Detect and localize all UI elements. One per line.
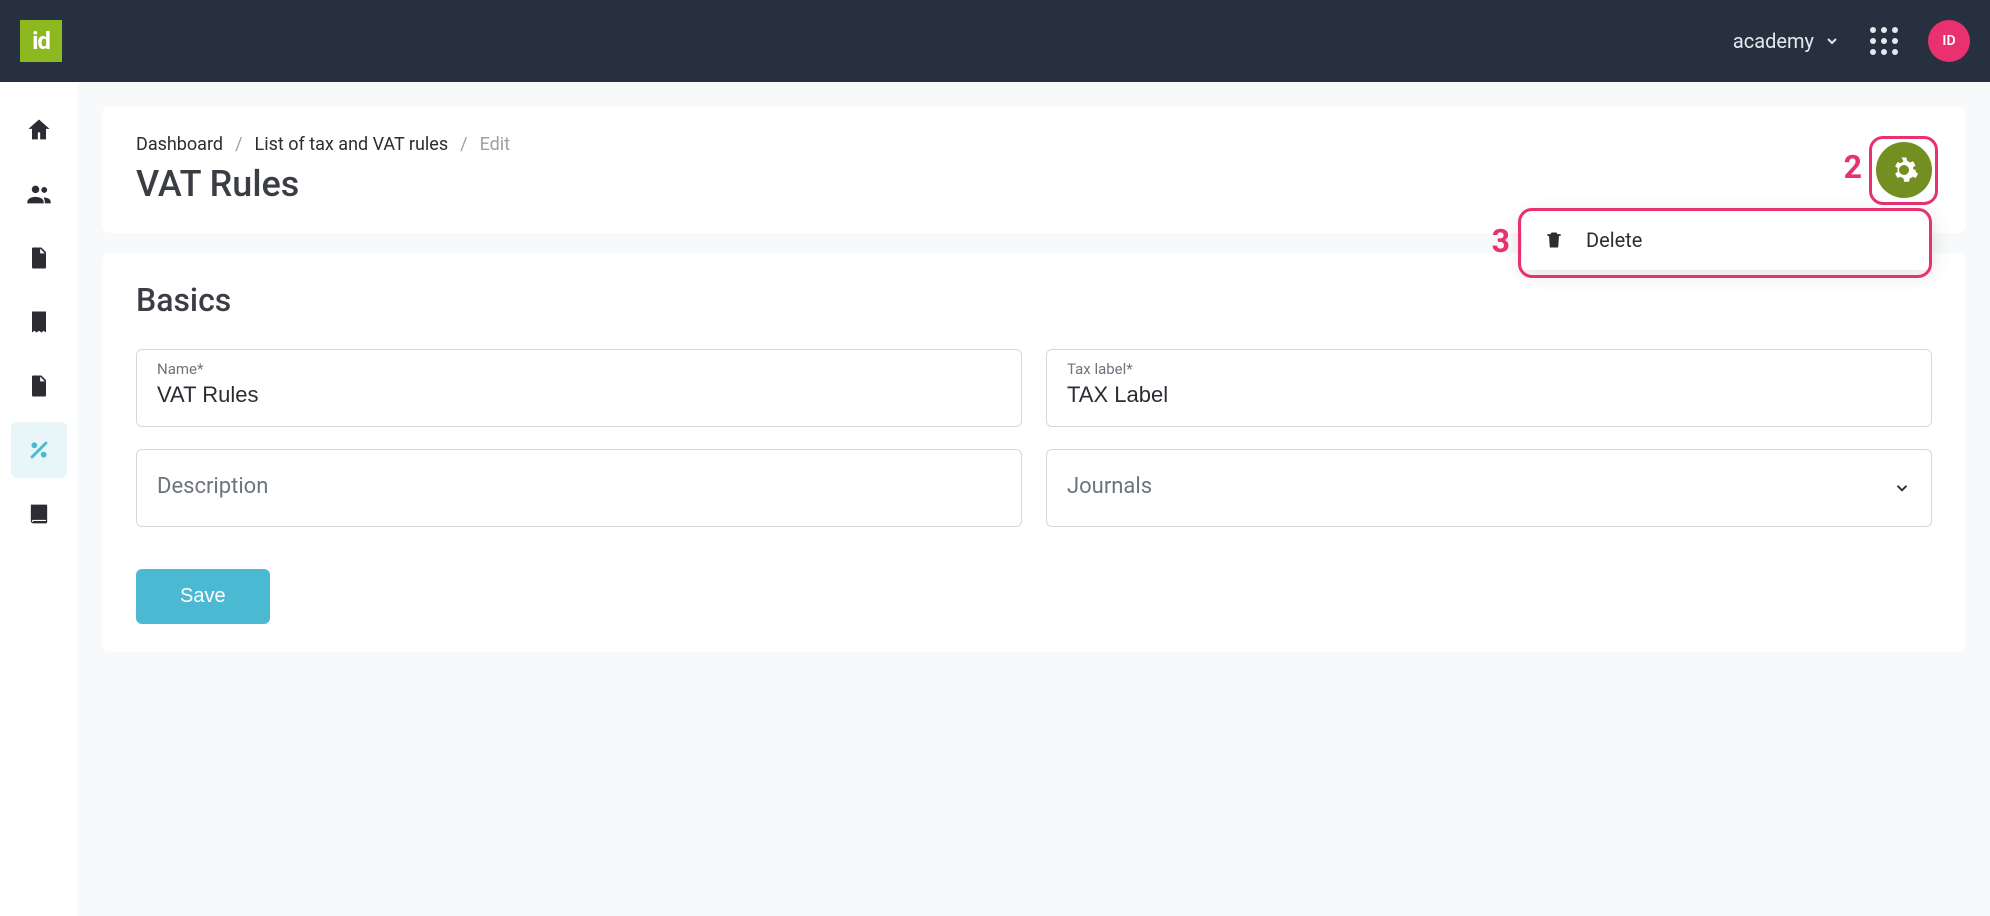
- topbar-right: academy ID: [1733, 20, 1970, 62]
- basics-title: Basics: [136, 281, 1932, 319]
- settings-dropdown: Delete: [1522, 210, 1932, 270]
- page-title: VAT Rules: [136, 163, 1932, 205]
- invoice-icon: [25, 372, 53, 400]
- trash-icon: [1544, 230, 1564, 250]
- workspace-selector[interactable]: academy: [1733, 29, 1840, 53]
- delete-menu-item[interactable]: Delete: [1522, 210, 1932, 270]
- name-input[interactable]: [157, 382, 1001, 408]
- tax-label-label: Tax label*: [1067, 360, 1911, 378]
- description-placeholder: Description: [157, 474, 1001, 499]
- breadcrumb: Dashboard / List of tax and VAT rules / …: [136, 134, 1932, 155]
- form-row-1: Name* Tax label*: [136, 349, 1932, 427]
- user-avatar[interactable]: ID: [1928, 20, 1970, 62]
- main-layout: Dashboard / List of tax and VAT rules / …: [0, 82, 1990, 916]
- description-field-container[interactable]: Description: [136, 449, 1022, 527]
- sidebar-item-book[interactable]: [11, 486, 67, 542]
- annotation-number-3: 3: [1492, 222, 1510, 260]
- breadcrumb-list[interactable]: List of tax and VAT rules: [255, 134, 449, 155]
- sidebar: [0, 82, 78, 916]
- apps-menu-icon[interactable]: [1870, 27, 1898, 55]
- avatar-initials: ID: [1942, 33, 1955, 49]
- form-row-2: Description Journals: [136, 449, 1932, 527]
- breadcrumb-current: Edit: [480, 134, 510, 155]
- users-icon: [25, 180, 53, 208]
- sidebar-item-vat[interactable]: [11, 422, 67, 478]
- tax-label-field-container[interactable]: Tax label*: [1046, 349, 1932, 427]
- breadcrumb-separator: /: [460, 134, 467, 155]
- header-panel: Dashboard / List of tax and VAT rules / …: [102, 106, 1966, 233]
- journals-placeholder: Journals: [1067, 474, 1911, 499]
- breadcrumb-dashboard[interactable]: Dashboard: [136, 134, 223, 155]
- tax-label-input[interactable]: [1067, 382, 1911, 408]
- name-field-container[interactable]: Name*: [136, 349, 1022, 427]
- sidebar-item-receipt[interactable]: [11, 294, 67, 350]
- receipt-icon: [25, 308, 53, 336]
- main-content: Dashboard / List of tax and VAT rules / …: [78, 82, 1990, 916]
- book-icon: [25, 500, 53, 528]
- name-label: Name*: [157, 360, 1001, 378]
- journals-field-container[interactable]: Journals: [1046, 449, 1932, 527]
- app-logo[interactable]: id: [20, 20, 62, 62]
- gear-icon: [1889, 155, 1919, 185]
- sidebar-item-document[interactable]: [11, 230, 67, 286]
- breadcrumb-separator: /: [235, 134, 242, 155]
- save-button[interactable]: Save: [136, 569, 270, 624]
- sidebar-item-users[interactable]: [11, 166, 67, 222]
- annotation-number-2: 2: [1844, 148, 1862, 186]
- top-bar: id academy ID: [0, 0, 1990, 82]
- percent-icon: [25, 436, 53, 464]
- workspace-label: academy: [1733, 29, 1814, 53]
- basics-panel: Basics Name* Tax label* Description Jour…: [102, 253, 1966, 652]
- sidebar-item-invoice[interactable]: [11, 358, 67, 414]
- settings-button[interactable]: [1876, 142, 1932, 198]
- home-icon: [25, 116, 53, 144]
- delete-label: Delete: [1586, 228, 1642, 252]
- sidebar-item-home[interactable]: [11, 102, 67, 158]
- chevron-down-icon: [1893, 479, 1911, 497]
- chevron-down-icon: [1824, 33, 1840, 49]
- document-icon: [25, 244, 53, 272]
